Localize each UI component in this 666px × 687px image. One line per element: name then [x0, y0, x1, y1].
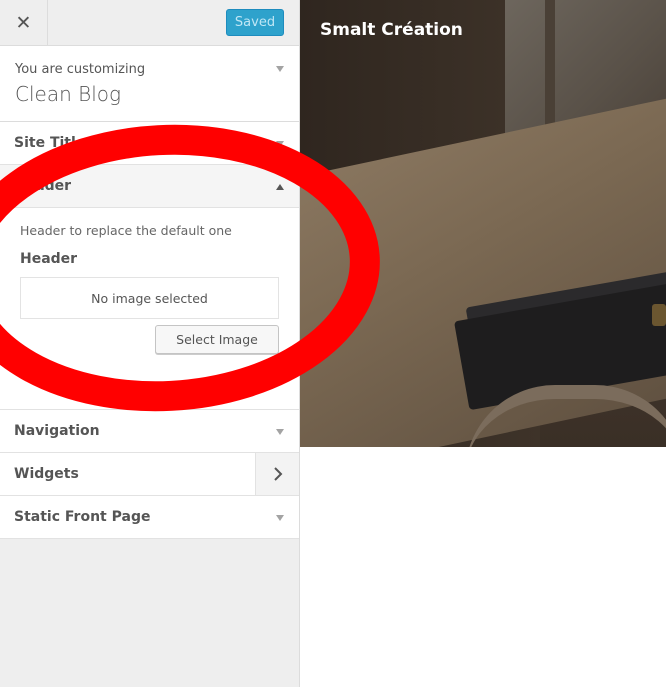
- customizer-info[interactable]: You are customizing Clean Blog: [0, 46, 299, 122]
- select-image-button[interactable]: Select Image: [155, 325, 279, 354]
- close-icon[interactable]: ✕: [0, 0, 48, 45]
- saved-button[interactable]: Saved: [226, 9, 284, 36]
- site-title[interactable]: Smalt Création: [320, 20, 463, 40]
- section-label: Header: [14, 178, 72, 194]
- theme-name: Clean Blog: [15, 82, 122, 106]
- section-label: Widgets: [14, 466, 79, 482]
- section-header[interactable]: Header: [0, 165, 299, 208]
- section-static-front-page[interactable]: Static Front Page: [0, 496, 299, 539]
- customizer-header: ✕ Saved: [0, 0, 299, 46]
- section-widgets[interactable]: Widgets: [0, 453, 299, 496]
- header-description: Header to replace the default one: [20, 223, 232, 238]
- chevron-down-icon: [276, 515, 284, 521]
- header-control-label: Header: [20, 251, 78, 267]
- site-preview: Smalt Création: [300, 0, 666, 687]
- image-placeholder: No image selected: [20, 277, 279, 319]
- section-label: Site Title & Tagline: [14, 135, 164, 151]
- customizer-sidebar: ✕ Saved You are customizing Clean Blog S…: [0, 0, 300, 687]
- section-label: Static Front Page: [14, 509, 151, 525]
- chevron-down-icon: [276, 429, 284, 435]
- section-site-title[interactable]: Site Title & Tagline: [0, 122, 299, 165]
- desk-item: [652, 304, 666, 326]
- section-label: Navigation: [14, 423, 100, 439]
- customizing-label: You are customizing: [15, 62, 146, 77]
- chevron-down-icon: [276, 141, 284, 147]
- chevron-right-icon[interactable]: [255, 453, 299, 495]
- chevron-down-icon[interactable]: [276, 66, 284, 72]
- section-navigation[interactable]: Navigation: [0, 410, 299, 453]
- header-panel: Header to replace the default one Header…: [0, 208, 299, 410]
- header-image: Smalt Création: [300, 0, 666, 447]
- chevron-up-icon: [276, 184, 284, 190]
